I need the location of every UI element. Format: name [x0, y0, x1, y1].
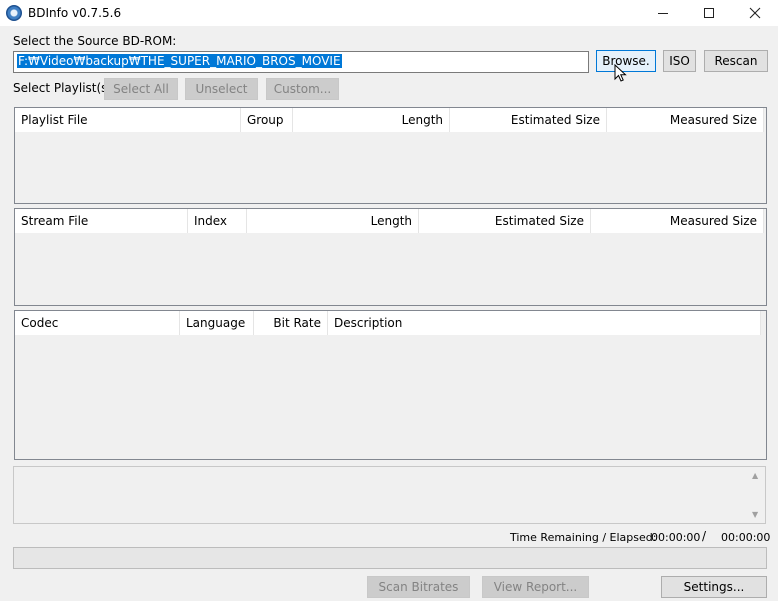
close-icon: [749, 7, 761, 19]
minimize-icon: [658, 13, 668, 14]
scan-bitrates-button[interactable]: Scan Bitrates: [367, 576, 470, 598]
maximize-button[interactable]: [686, 0, 732, 26]
settings-button[interactable]: Settings...: [661, 576, 767, 598]
codec-list-header: Codec Language Bit Rate Description: [15, 311, 761, 335]
minimize-button[interactable]: [640, 0, 686, 26]
window-title: BDInfo v0.7.5.6: [28, 6, 122, 20]
mouse-cursor-icon: [614, 64, 627, 82]
report-text-area[interactable]: ▲ ▼: [13, 466, 766, 524]
rescan-button[interactable]: Rescan: [704, 50, 768, 72]
scroll-down-icon[interactable]: ▼: [752, 510, 758, 519]
col-estimated-size[interactable]: Estimated Size: [419, 209, 591, 233]
col-measured-size[interactable]: Measured Size: [607, 108, 764, 132]
time-elapsed: 00:00:00: [721, 531, 771, 544]
time-separator: /: [702, 529, 707, 543]
stream-list[interactable]: Stream File Index Length Estimated Size …: [14, 208, 767, 306]
col-stream-file[interactable]: Stream File: [15, 209, 188, 233]
iso-button[interactable]: ISO: [663, 50, 696, 72]
col-description[interactable]: Description: [328, 311, 761, 335]
time-remaining: 00:00:00: [651, 531, 701, 544]
codec-list[interactable]: Codec Language Bit Rate Description: [14, 310, 767, 460]
select-playlist-label: Select Playlist(s: [13, 81, 108, 95]
col-playlist-file[interactable]: Playlist File: [15, 108, 241, 132]
col-estimated-size[interactable]: Estimated Size: [450, 108, 607, 132]
col-length[interactable]: Length: [247, 209, 419, 233]
app-disc-icon: [6, 5, 22, 21]
source-path-value: F:₩Video₩backup₩THE_SUPER_MARIO_BROS_MOV…: [17, 54, 342, 68]
view-report-button[interactable]: View Report...: [482, 576, 589, 598]
col-measured-size[interactable]: Measured Size: [591, 209, 764, 233]
col-bit-rate[interactable]: Bit Rate: [254, 311, 328, 335]
col-language[interactable]: Language: [180, 311, 254, 335]
playlist-list-header: Playlist File Group Length Estimated Siz…: [15, 108, 764, 132]
source-path-input[interactable]: F:₩Video₩backup₩THE_SUPER_MARIO_BROS_MOV…: [13, 51, 589, 73]
playlist-list[interactable]: Playlist File Group Length Estimated Siz…: [14, 107, 767, 204]
time-label: Time Remaining / Elapsed:: [510, 531, 657, 544]
scroll-up-icon[interactable]: ▲: [752, 471, 758, 480]
title-bar: BDInfo v0.7.5.6: [0, 0, 778, 26]
source-label: Select the Source BD-ROM:: [13, 34, 177, 48]
unselect-button[interactable]: Unselect: [185, 78, 258, 100]
col-codec[interactable]: Codec: [15, 311, 180, 335]
close-button[interactable]: [732, 0, 778, 26]
custom-button[interactable]: Custom...: [266, 78, 339, 100]
col-group[interactable]: Group: [241, 108, 293, 132]
scan-progress-bar: [13, 547, 767, 569]
maximize-icon: [704, 8, 714, 18]
select-all-button[interactable]: Select All: [104, 78, 178, 100]
stream-list-header: Stream File Index Length Estimated Size …: [15, 209, 764, 233]
col-length[interactable]: Length: [293, 108, 450, 132]
vertical-scrollbar[interactable]: ▲ ▼: [748, 467, 765, 523]
col-index[interactable]: Index: [188, 209, 247, 233]
